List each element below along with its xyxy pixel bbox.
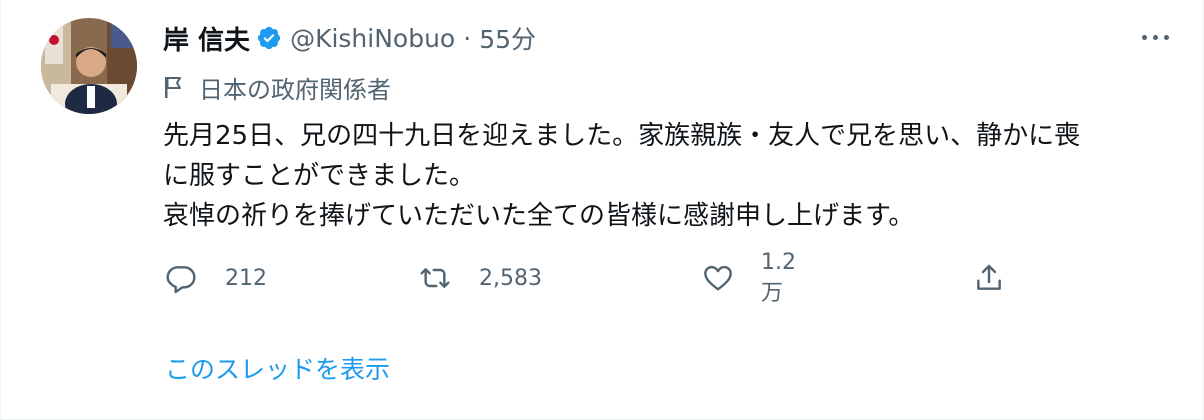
- tweet-header: 岸 信夫 @KishiNobuo · 55分: [163, 20, 536, 56]
- avatar-photo: [41, 18, 137, 114]
- reply-button[interactable]: 212: [163, 258, 267, 298]
- tweet-text: 先月25日、兄の四十九日を迎えました。家族親族・友人で兄を思い、静かに喪 に服す…: [163, 116, 1173, 236]
- retweet-count: 2,583: [479, 265, 542, 291]
- heart-icon: [701, 260, 735, 296]
- like-button[interactable]: 1.2万: [701, 250, 798, 306]
- tweet-text-line: 先月25日、兄の四十九日を迎えました。家族親族・友人で兄を思い、静かに喪: [163, 121, 1081, 151]
- tweet-text-line: 哀悼の祈りを捧げていただいた全ての皆様に感謝申し上げます。: [163, 201, 915, 231]
- author-name[interactable]: 岸 信夫: [163, 20, 250, 57]
- more-options-icon[interactable]: [1137, 24, 1173, 50]
- avatar[interactable]: [41, 18, 137, 114]
- reply-icon: [163, 260, 199, 296]
- tweet-card[interactable]: 岸 信夫 @KishiNobuo · 55分 日本の政府関係者 先月25日、兄の…: [0, 0, 1204, 420]
- government-label-text: 日本の政府関係者: [199, 75, 391, 104]
- author-handle[interactable]: @KishiNobuo: [290, 24, 455, 53]
- share-icon: [971, 260, 1007, 296]
- retweet-button[interactable]: 2,583: [417, 258, 542, 298]
- tweet-text-line: に服すことができました。: [163, 161, 476, 191]
- reply-count: 212: [225, 265, 267, 291]
- separator-dot: ·: [463, 23, 472, 53]
- show-thread-link[interactable]: このスレッドを表示: [165, 350, 390, 386]
- flag-icon: [163, 75, 185, 99]
- verified-badge-icon: [256, 25, 282, 51]
- government-label[interactable]: 日本の政府関係者: [163, 70, 391, 104]
- tweet-timestamp[interactable]: 55分: [479, 20, 536, 56]
- like-count: 1.2万: [761, 249, 796, 306]
- share-button[interactable]: [971, 258, 1007, 298]
- retweet-icon: [417, 260, 453, 296]
